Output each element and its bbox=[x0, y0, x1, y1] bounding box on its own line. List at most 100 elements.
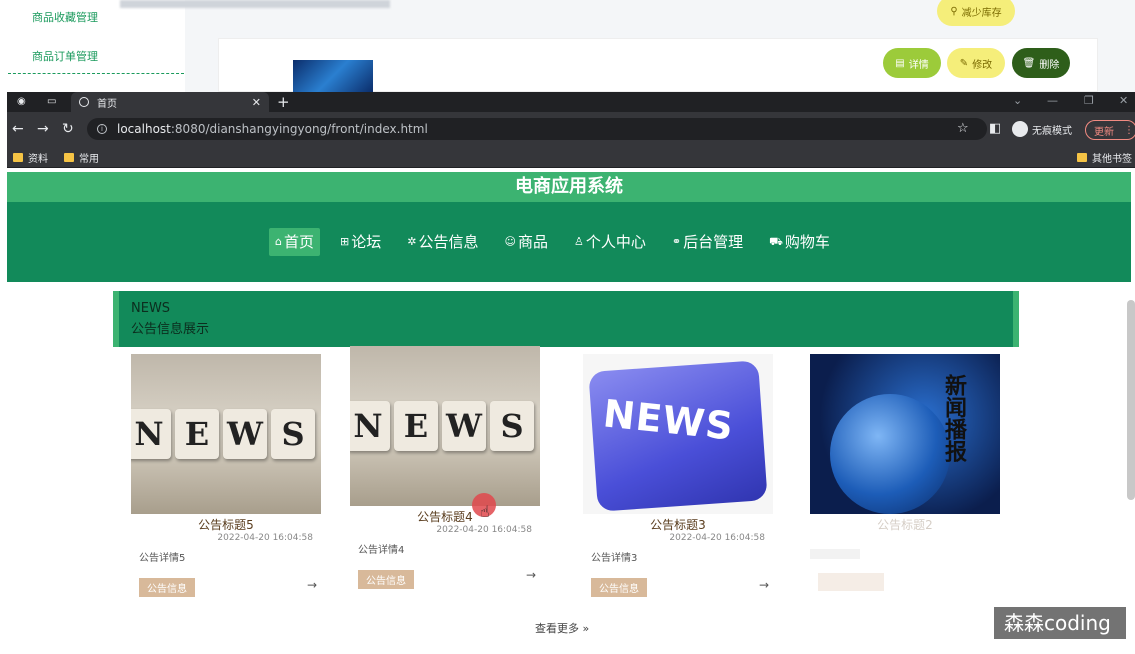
cube-letter: E bbox=[394, 401, 438, 451]
url-path: :8080/dianshangyingyong/front/index.html bbox=[170, 122, 428, 136]
background-thumbnail bbox=[293, 60, 373, 92]
sidebar-item-favorites[interactable]: 商品收藏管理 bbox=[32, 9, 98, 25]
tab-home[interactable]: 首页 ✕ bbox=[71, 92, 269, 112]
cube-letter: W bbox=[223, 409, 267, 459]
announcement-icon: ✲ bbox=[407, 235, 417, 248]
nav-personal-center[interactable]: ♙ 个人中心 bbox=[568, 228, 652, 256]
site-title: 电商应用系统 bbox=[7, 172, 1131, 202]
news-card-title[interactable]: 公告标题5 bbox=[131, 516, 321, 533]
cube-letter: S bbox=[271, 409, 315, 459]
news-card-title[interactable]: 公告标题2 bbox=[810, 516, 1000, 533]
incognito-icon bbox=[1012, 121, 1028, 137]
bookmark-folder[interactable]: 资料 bbox=[13, 150, 48, 165]
delete-button[interactable]: 🗑 删除 bbox=[1012, 48, 1070, 78]
view-more-link[interactable]: 查看更多 » bbox=[535, 620, 589, 636]
news-card-tag[interactable]: 公告信息 bbox=[591, 578, 647, 597]
reduce-stock-button[interactable]: ⚲ 减少库存 bbox=[937, 0, 1015, 26]
sidebar-divider bbox=[8, 73, 184, 74]
update-label: 更新 bbox=[1094, 126, 1114, 138]
nav-cart[interactable]: ⛟ 购物车 bbox=[763, 228, 836, 256]
side-panel-icon[interactable]: ◧ bbox=[989, 121, 1001, 136]
document-icon: ▤ bbox=[895, 57, 905, 69]
main-navbar: ⌂ 首页 ⊞ 论坛 ✲ 公告信息 ☺ 商品 ♙ 个人中心 ⚭ 后台管理 ⛟ 购物车 bbox=[7, 202, 1131, 282]
news-card-desc: 公告详情4 bbox=[358, 545, 405, 556]
folder-icon bbox=[1077, 153, 1087, 162]
news-card-image[interactable]: 新闻播报 bbox=[810, 354, 1000, 514]
news-card-title[interactable]: 公告标题3 bbox=[583, 516, 773, 533]
news-card-date: 2022-04-20 16:04:58 bbox=[217, 533, 313, 543]
news-header-en: NEWS bbox=[131, 301, 171, 316]
bookmark-folder[interactable]: 常用 bbox=[64, 150, 99, 165]
news-card[interactable]: N E W S 公告标题4 2022-04-20 16:04:58 公告详情4 … bbox=[350, 346, 550, 589]
news-card[interactable]: N E W S 公告标题5 2022-04-20 16:04:58 公告详情5 … bbox=[131, 354, 331, 597]
news-card[interactable]: NEWS 公告标题3 2022-04-20 16:04:58 公告详情3 公告信… bbox=[583, 354, 783, 597]
news-card[interactable]: 新闻播报 公告标题2 bbox=[810, 354, 1010, 595]
news-card-date: 2022-04-20 16:04:58 bbox=[436, 525, 532, 535]
home-icon: ⌂ bbox=[275, 235, 282, 248]
nav-forum[interactable]: ⊞ 论坛 bbox=[334, 228, 387, 256]
other-bookmarks[interactable]: 其他书签 bbox=[1077, 150, 1132, 165]
nav-products[interactable]: ☺ 商品 bbox=[498, 228, 553, 256]
nav-admin[interactable]: ⚭ 后台管理 bbox=[666, 228, 749, 256]
cube-letter: N bbox=[131, 409, 171, 459]
nav-label: 论坛 bbox=[351, 233, 382, 251]
cube-letter: W bbox=[442, 401, 486, 451]
link-icon: ⚭ bbox=[671, 235, 682, 248]
hand-cursor-icon: ☝ bbox=[480, 502, 490, 521]
detail-button[interactable]: ▤ 详情 bbox=[883, 48, 941, 78]
news-card-tag[interactable]: 公告信息 bbox=[139, 578, 195, 597]
nav-announcements[interactable]: ✲ 公告信息 bbox=[401, 228, 484, 256]
reload-icon[interactable]: ↻ bbox=[62, 121, 74, 137]
news-card-tag[interactable]: 公告信息 bbox=[358, 570, 414, 589]
incognito-label: 无痕模式 bbox=[1032, 125, 1072, 137]
url-input[interactable]: i localhost:8080/dianshangyingyong/front… bbox=[87, 118, 987, 140]
window-close-icon[interactable]: ✕ bbox=[1119, 94, 1128, 107]
new-tab-icon[interactable]: + bbox=[277, 93, 290, 111]
nav-label: 公告信息 bbox=[418, 233, 479, 251]
nav-label: 后台管理 bbox=[683, 233, 744, 251]
browser-tab-bar: ◉ ▭ 首页 ✕ + ⌄ — ❐ ✕ bbox=[7, 92, 1135, 112]
arrow-right-icon[interactable]: → bbox=[759, 578, 769, 592]
page-scrollbar[interactable] bbox=[1127, 300, 1135, 500]
news-card-date: 2022-04-20 16:04:58 bbox=[669, 533, 765, 543]
star-icon[interactable]: ☆ bbox=[957, 121, 969, 136]
edit-button[interactable]: ✎ 修改 bbox=[947, 48, 1005, 78]
nav-label: 首页 bbox=[283, 233, 314, 251]
blurred-heading bbox=[120, 0, 390, 8]
news-card-tag-placeholder bbox=[818, 573, 884, 591]
tab-search-icon[interactable]: ⌄ bbox=[1013, 94, 1022, 107]
arrow-right-icon[interactable]: → bbox=[307, 578, 317, 592]
restore-icon[interactable]: ❐ bbox=[1084, 94, 1094, 107]
nav-home[interactable]: ⌂ 首页 bbox=[269, 228, 320, 256]
kebab-menu-icon[interactable]: ⋮ bbox=[1124, 125, 1134, 136]
arrow-right-icon[interactable]: → bbox=[526, 568, 536, 582]
folder-icon bbox=[13, 153, 23, 162]
news-card-image[interactable]: NEWS bbox=[583, 354, 773, 514]
sidebar-item-orders[interactable]: 商品订单管理 bbox=[32, 48, 98, 64]
globe-image-text: 新闻播报 bbox=[941, 374, 967, 462]
back-icon[interactable]: ← bbox=[12, 121, 24, 137]
bookmarks-bar: 资料 常用 其他书签 bbox=[7, 146, 1135, 168]
smile-icon: ☺ bbox=[504, 235, 516, 248]
close-icon[interactable]: ✕ bbox=[252, 96, 261, 109]
cart-icon: ⛟ bbox=[769, 235, 783, 248]
minimize-icon[interactable]: — bbox=[1047, 94, 1058, 107]
news-card-desc-placeholder bbox=[810, 549, 860, 559]
news-header-zh: 公告信息展示 bbox=[131, 322, 210, 337]
news-card-image[interactable]: N E W S bbox=[131, 354, 321, 514]
nav-label: 商品 bbox=[517, 233, 548, 251]
nav-label: 购物车 bbox=[784, 233, 830, 251]
news-card-image[interactable]: N E W S bbox=[350, 346, 540, 506]
forward-icon[interactable]: → bbox=[37, 121, 49, 137]
globe-illustration bbox=[830, 394, 950, 514]
update-button[interactable]: 更新 ⋮ bbox=[1085, 120, 1135, 140]
info-icon[interactable]: i bbox=[97, 124, 107, 134]
forum-icon: ⊞ bbox=[340, 235, 350, 248]
news-card-title[interactable]: 公告标题4 bbox=[350, 508, 540, 525]
news-card-desc: 公告详情3 bbox=[591, 553, 638, 564]
browser-logo-icon: ◉ bbox=[17, 96, 26, 107]
edit-label: 修改 bbox=[972, 59, 993, 71]
tab-strip-icon[interactable]: ▭ bbox=[47, 96, 56, 107]
incognito-indicator[interactable]: 无痕模式 bbox=[1012, 121, 1072, 137]
other-bookmarks-label: 其他书签 bbox=[1092, 154, 1132, 165]
